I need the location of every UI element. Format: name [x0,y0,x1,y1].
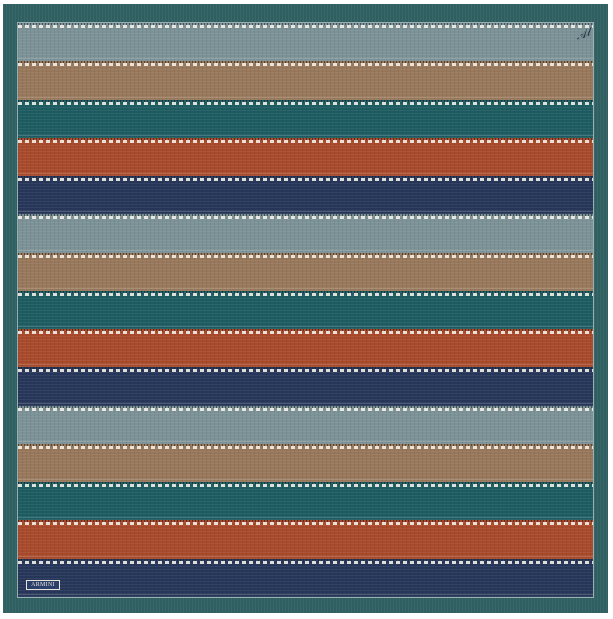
fabric-stripe [18,520,593,559]
fabric-stripe [18,252,593,291]
fabric-stripe [18,214,593,253]
stripe-thread-line [18,479,593,481]
stripe-stitch-line [18,331,593,335]
stripe-thread-line [18,364,593,366]
stripe-thread-line [18,249,593,251]
stripe-stitch-line [18,254,593,258]
stripe-thread-line [18,211,593,213]
fabric-stripe [18,558,593,597]
stripe-stitch-line [18,63,593,67]
fabric-stripe [18,443,593,483]
stripe-stitch-line [18,178,593,182]
stripe-thread-line [18,173,593,175]
stripe-thread-line [18,402,593,404]
fabric-stripe [18,405,593,444]
fabric-stripe [18,137,593,177]
stripe-thread-line [18,440,593,442]
stripe-stitch-line [18,101,593,105]
stripe-thread-line [18,593,593,595]
stripe-stitch-line [18,522,593,526]
stripe-thread-line [18,58,593,60]
stripe-stitch-line [18,445,593,449]
fabric-stripe [18,367,593,406]
fabric-stripe [18,23,593,62]
stripe-stitch-line [18,216,593,220]
stripe-field [17,22,594,598]
stripe-stitch-line [18,139,593,143]
stripe-stitch-line [18,25,593,28]
stripe-thread-line [18,96,593,98]
stripe-thread-line [18,134,593,136]
stripe-thread-line [18,517,593,519]
stripe-stitch-line [18,369,593,373]
fabric-stripe [18,99,593,138]
fabric-stripe [18,176,593,215]
stripe-stitch-line [18,407,593,411]
stripe-stitch-line [18,292,593,296]
fabric-stripe [18,329,593,368]
stripe-thread-line [18,555,593,557]
fabric-stripe [18,290,593,330]
fabric-stripe [18,482,593,521]
stripe-stitch-line [18,560,593,564]
stripe-thread-line [18,326,593,328]
fabric-stripe [18,61,593,100]
stripe-thread-line [18,287,593,289]
scarf-image: 𝒜𝓁 ARMINI [3,4,608,613]
stripe-stitch-line [18,484,593,488]
brand-tag-label: ARMINI [26,580,60,590]
